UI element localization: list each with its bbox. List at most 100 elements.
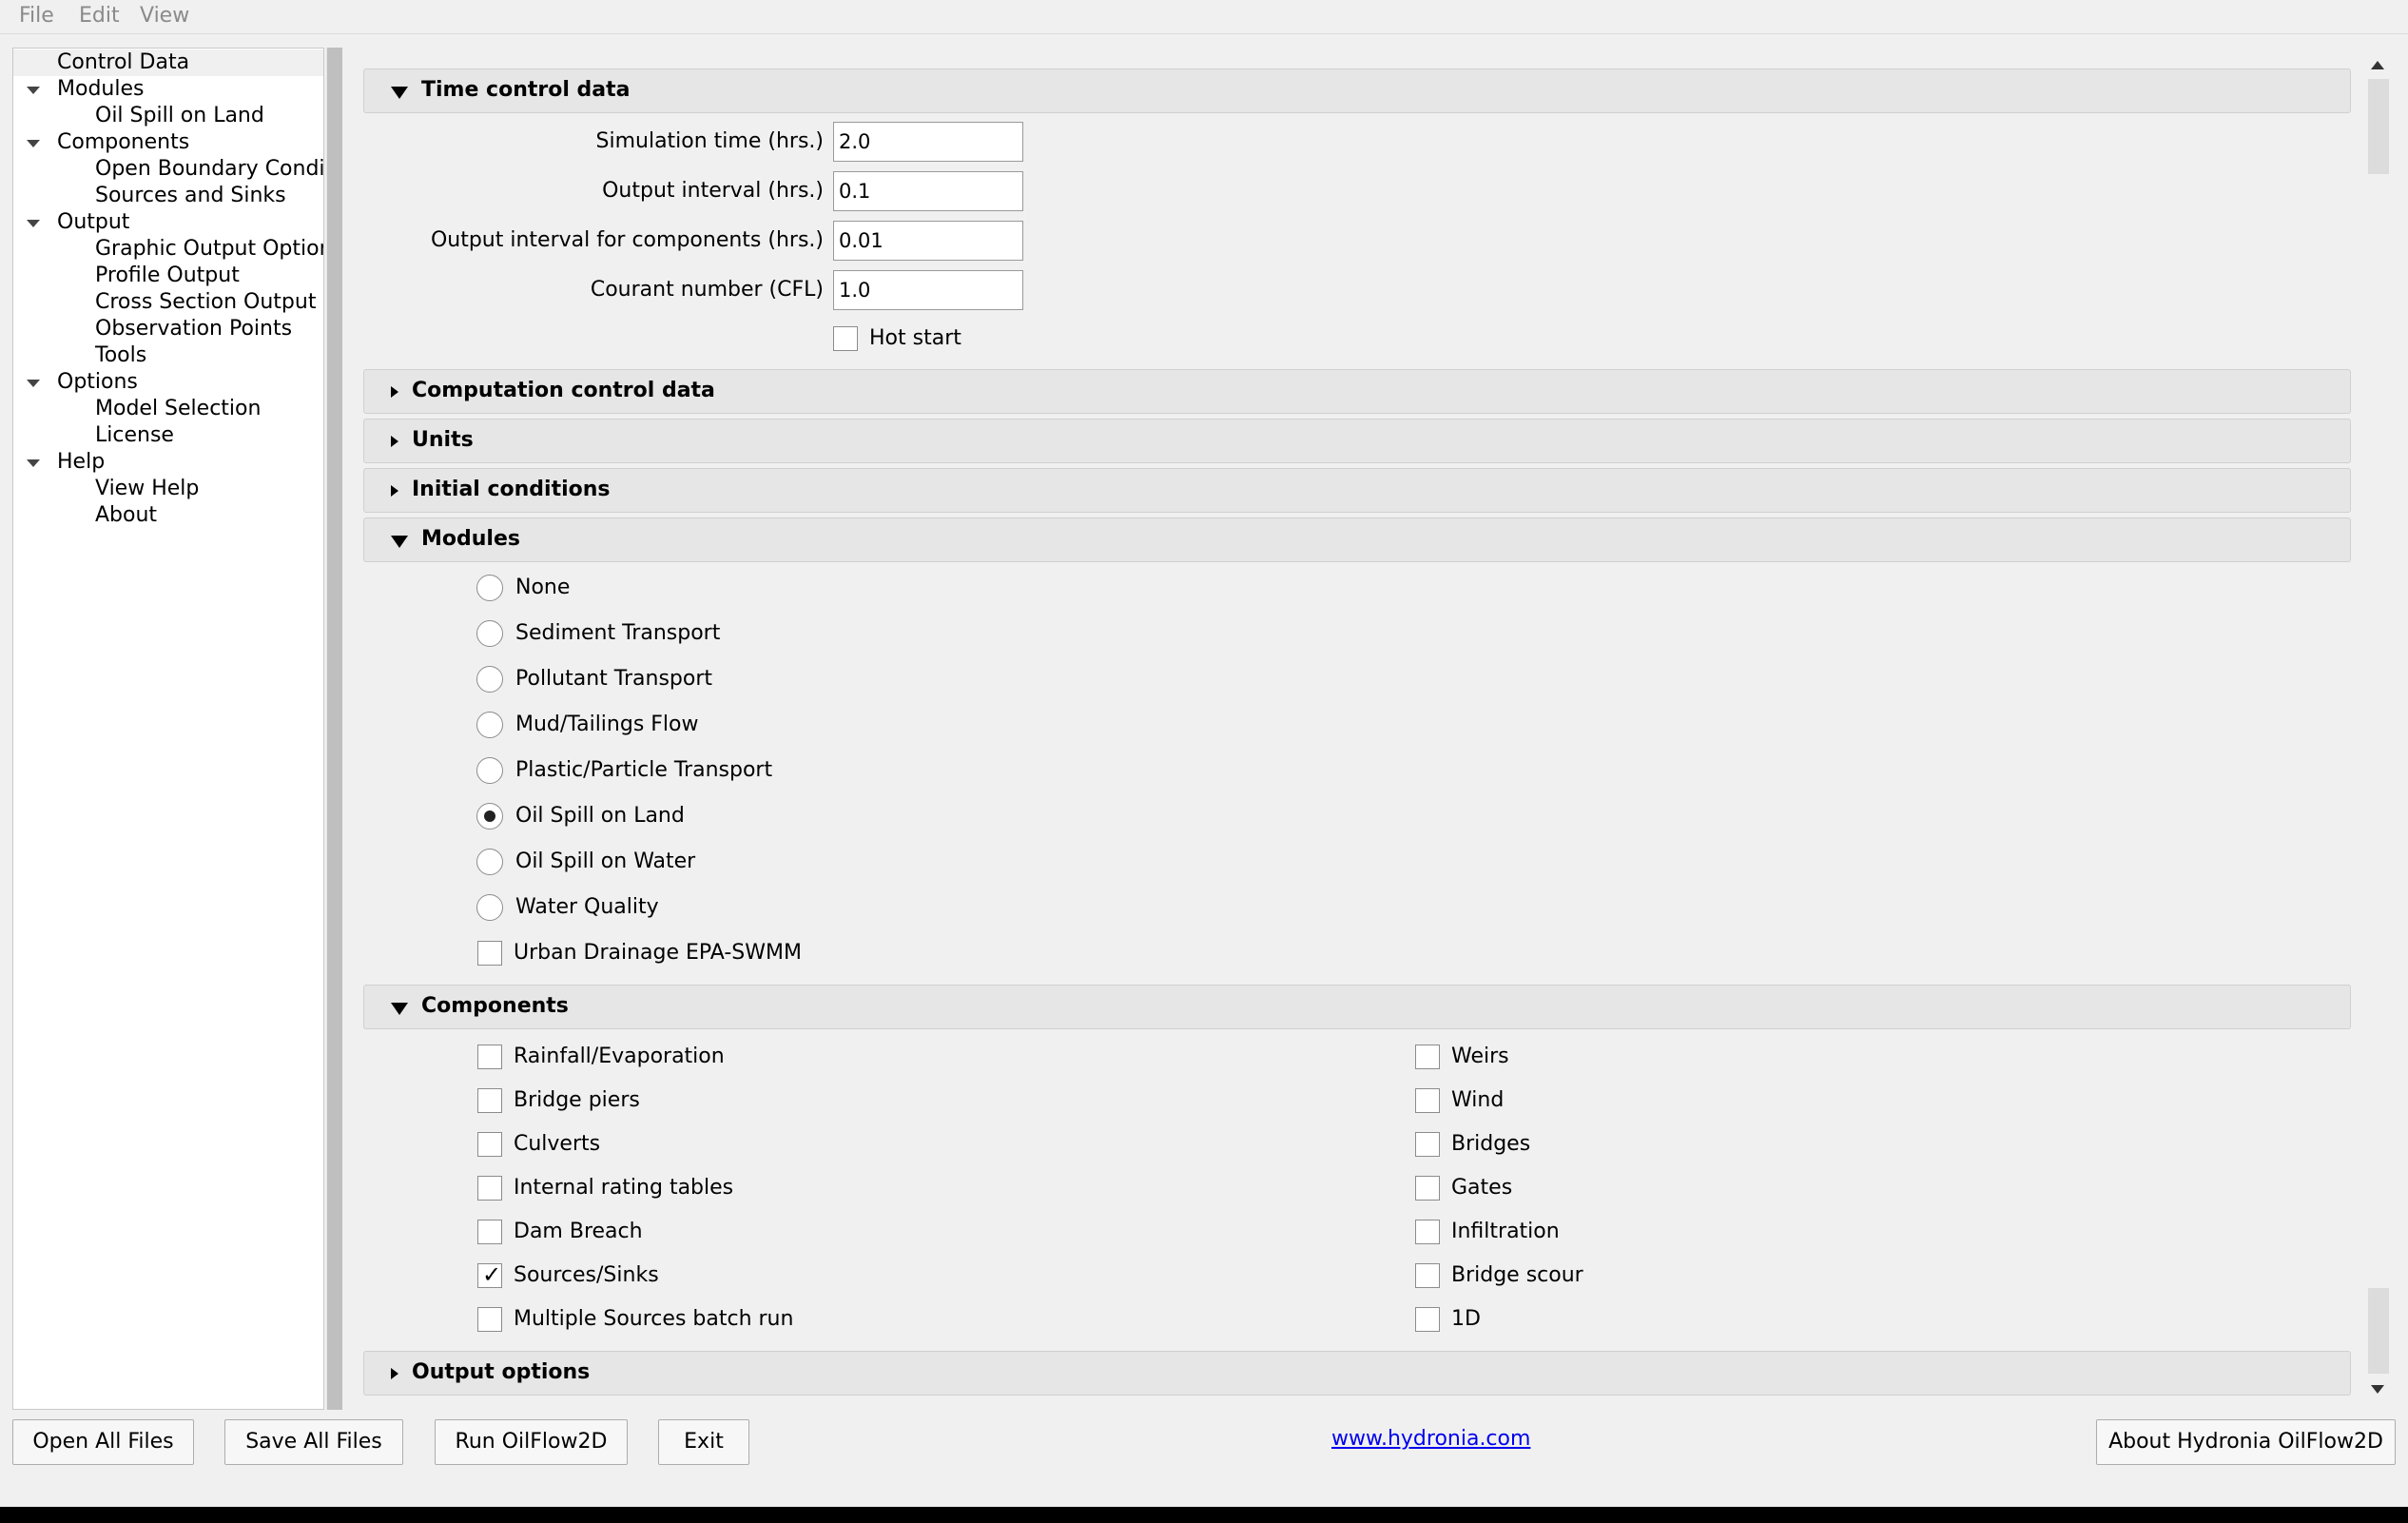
expand-arrow-icon[interactable] xyxy=(27,87,40,94)
section-title: Units xyxy=(412,428,474,452)
module-option-label: Mud/Tailings Flow xyxy=(515,713,699,736)
expand-arrow-icon[interactable] xyxy=(27,380,40,387)
menu-view[interactable]: View xyxy=(140,4,189,28)
module-radio-button[interactable] xyxy=(476,620,503,647)
expand-arrow-icon[interactable] xyxy=(27,220,40,227)
module-radio-button[interactable] xyxy=(476,712,503,738)
section-time-control[interactable]: Time control data xyxy=(363,68,2351,113)
module-option-label: None xyxy=(515,576,571,599)
expand-arrow-icon[interactable] xyxy=(27,140,40,147)
simulation-time-input[interactable] xyxy=(833,122,1023,162)
section-components[interactable]: Components xyxy=(363,985,2351,1029)
section-units[interactable]: Units xyxy=(363,419,2351,463)
section-output-options[interactable]: Output options xyxy=(363,1351,2351,1396)
output-interval-input[interactable] xyxy=(833,171,1023,211)
tree-item-help[interactable]: Help xyxy=(57,449,105,476)
component-checkbox[interactable] xyxy=(1415,1088,1440,1113)
navigation-tree: Control Data Modules Oil Spill on Land C… xyxy=(12,48,324,1410)
section-title: Modules xyxy=(421,527,520,551)
scroll-down-arrow-icon[interactable] xyxy=(2371,1385,2384,1394)
component-checkbox[interactable] xyxy=(1415,1132,1440,1157)
tree-item-options[interactable]: Options xyxy=(57,369,138,396)
urban-drainage-checkbox[interactable] xyxy=(477,941,502,966)
scrollbar-track-segment xyxy=(2368,1288,2389,1374)
component-checkbox[interactable] xyxy=(477,1132,502,1157)
collapse-triangle-icon xyxy=(391,87,408,99)
module-option-label: Oil Spill on Land xyxy=(515,804,685,828)
component-checkbox[interactable] xyxy=(477,1045,502,1069)
component-label: 1D xyxy=(1451,1307,1481,1331)
tree-item-graphic-output-options[interactable]: Graphic Output Options xyxy=(95,236,323,263)
component-checkbox[interactable] xyxy=(1415,1045,1440,1069)
exit-button[interactable]: Exit xyxy=(658,1419,749,1465)
hot-start-checkbox[interactable] xyxy=(833,326,858,351)
component-checkbox[interactable] xyxy=(477,1220,502,1244)
open-all-files-button[interactable]: Open All Files xyxy=(12,1419,194,1465)
tree-item-observation-points[interactable]: Observation Points xyxy=(95,316,292,342)
section-modules[interactable]: Modules xyxy=(363,517,2351,562)
tree-item-model-selection[interactable]: Model Selection xyxy=(95,396,261,422)
menu-file[interactable]: File xyxy=(19,4,54,28)
collapse-triangle-icon xyxy=(391,536,408,548)
tree-item-sources-and-sinks[interactable]: Sources and Sinks xyxy=(95,183,286,209)
simulation-time-label: Simulation time (hrs.) xyxy=(595,129,825,153)
tree-item-license[interactable]: License xyxy=(95,422,174,449)
menu-bar: File Edit View xyxy=(0,0,2408,34)
hydronia-website-link[interactable]: www.hydronia.com xyxy=(1331,1427,1530,1451)
tree-item-output[interactable]: Output xyxy=(57,209,129,236)
save-all-files-button[interactable]: Save All Files xyxy=(224,1419,403,1465)
tree-item-control-data[interactable]: Control Data xyxy=(13,49,323,76)
section-title: Time control data xyxy=(421,78,631,102)
module-option-label: Water Quality xyxy=(515,895,659,919)
expand-arrow-icon[interactable] xyxy=(27,459,40,467)
component-checkbox[interactable]: ✓ xyxy=(477,1261,502,1288)
tree-item-cross-section-output[interactable]: Cross Section Output xyxy=(95,289,316,316)
vertical-scrollbar[interactable] xyxy=(2362,48,2391,1410)
section-initial-conditions[interactable]: Initial conditions xyxy=(363,468,2351,513)
module-radio-button[interactable] xyxy=(476,803,503,830)
tree-item-components[interactable]: Components xyxy=(57,129,189,156)
scroll-up-arrow-icon[interactable] xyxy=(2371,61,2384,69)
component-label: Rainfall/Evaporation xyxy=(514,1045,725,1068)
module-radio-button[interactable] xyxy=(476,575,503,601)
module-option-label: Sediment Transport xyxy=(515,621,721,645)
component-checkbox[interactable] xyxy=(1415,1307,1440,1332)
component-checkbox[interactable] xyxy=(477,1307,502,1332)
expand-triangle-icon xyxy=(391,1368,398,1379)
component-label: Infiltration xyxy=(1451,1220,1560,1243)
section-title: Initial conditions xyxy=(412,478,611,501)
splitter-handle[interactable] xyxy=(326,48,342,1410)
tree-item-modules[interactable]: Modules xyxy=(57,76,144,103)
module-radio-button[interactable] xyxy=(476,757,503,784)
tree-item-about[interactable]: About xyxy=(95,502,157,529)
module-radio-button[interactable] xyxy=(476,894,503,921)
component-label: Gates xyxy=(1451,1176,1513,1200)
tree-item-profile-output[interactable]: Profile Output xyxy=(95,263,240,289)
tree-item-open-boundary[interactable]: Open Boundary Condi... xyxy=(95,156,323,183)
component-label: Multiple Sources batch run xyxy=(514,1307,794,1331)
module-radio-button[interactable] xyxy=(476,849,503,875)
control-data-panel: Time control data Simulation time (hrs.)… xyxy=(342,48,2362,1410)
window-bottom-edge xyxy=(0,1507,2408,1523)
component-checkbox[interactable] xyxy=(477,1088,502,1113)
menu-edit[interactable]: Edit xyxy=(79,4,120,28)
run-oilflow2d-button[interactable]: Run OilFlow2D xyxy=(435,1419,628,1465)
module-option-label: Plastic/Particle Transport xyxy=(515,758,773,782)
scrollbar-thumb[interactable] xyxy=(2368,79,2389,174)
courant-number-input[interactable] xyxy=(833,270,1023,310)
component-checkbox[interactable] xyxy=(477,1176,502,1201)
output-interval-components-input[interactable] xyxy=(833,221,1023,261)
component-checkbox[interactable] xyxy=(1415,1263,1440,1288)
module-radio-button[interactable] xyxy=(476,666,503,693)
about-hydronia-button[interactable]: About Hydronia OilFlow2D xyxy=(2096,1419,2396,1465)
tree-item-view-help[interactable]: View Help xyxy=(95,476,199,502)
component-checkbox[interactable] xyxy=(1415,1176,1440,1201)
component-label: Bridges xyxy=(1451,1132,1531,1156)
component-checkbox[interactable] xyxy=(1415,1220,1440,1244)
component-label: Wind xyxy=(1451,1088,1505,1112)
component-label: Bridge scour xyxy=(1451,1263,1583,1287)
tree-item-oil-spill-on-land[interactable]: Oil Spill on Land xyxy=(95,103,264,129)
radio-selected-dot xyxy=(484,810,495,822)
tree-item-tools[interactable]: Tools xyxy=(95,342,146,369)
section-computation-control[interactable]: Computation control data xyxy=(363,369,2351,414)
